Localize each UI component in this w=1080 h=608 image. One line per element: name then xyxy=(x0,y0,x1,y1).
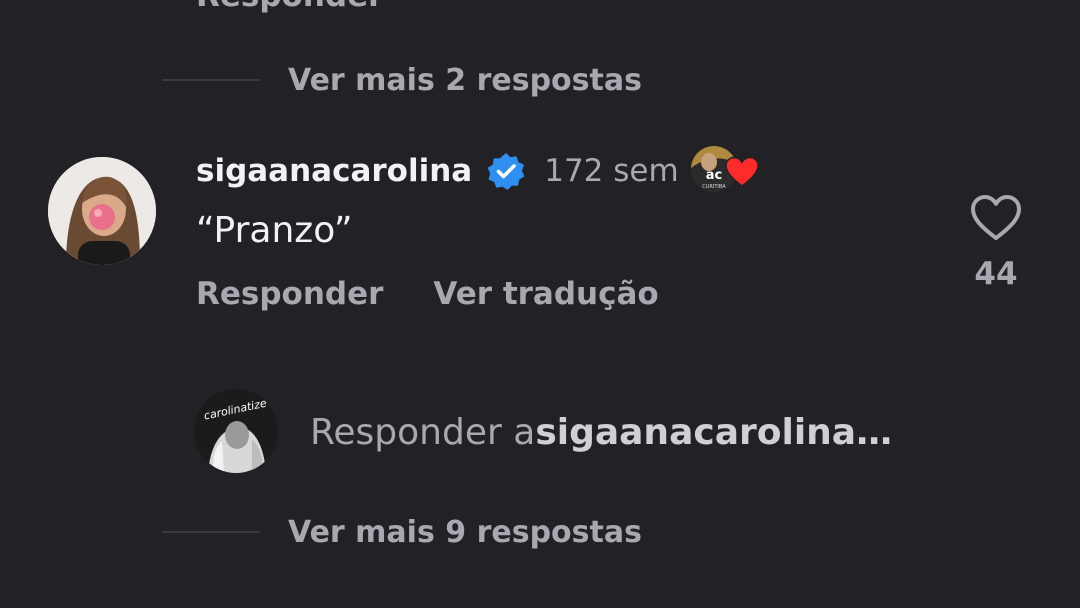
like-button[interactable] xyxy=(968,192,1024,244)
view-more-replies-bottom[interactable]: Ver mais 9 respostas xyxy=(162,512,642,552)
view-more-replies-label: Ver mais 2 respostas xyxy=(288,62,642,98)
creator-badge-subtitle: CURITIBA xyxy=(702,184,726,190)
reply-button[interactable]: Responder xyxy=(196,276,383,312)
comment-username[interactable]: sigaanacarolina xyxy=(196,153,472,189)
comment-text: “Pranzo” xyxy=(196,210,353,251)
heart-outline-icon xyxy=(971,195,1021,240)
avatar-image xyxy=(48,157,156,265)
current-user-avatar: carolinatize xyxy=(194,389,278,473)
creator-badge-initials: ac xyxy=(705,168,721,183)
thread-divider xyxy=(162,79,260,81)
see-translation-button[interactable]: Ver tradução xyxy=(433,276,658,312)
reply-input-placeholder: Responder a xyxy=(310,411,536,453)
creator-liked-badge: ac CURITIBA xyxy=(690,146,761,196)
comment-actions: Responder Ver tradução xyxy=(196,272,659,316)
heart-filled-icon xyxy=(724,156,759,187)
verified-badge-icon xyxy=(486,151,526,191)
thread-divider xyxy=(162,531,260,533)
like-count: 44 xyxy=(974,256,1018,292)
previous-comment-reply-button[interactable]: Responder xyxy=(196,0,383,14)
comment-timestamp: 172 sem xyxy=(544,153,679,189)
reply-input[interactable]: Responder a sigaanacarolina… xyxy=(310,406,930,458)
comment-header: sigaanacarolina 172 sem ac CURITIBA xyxy=(196,146,761,196)
view-more-replies-top[interactable]: Ver mais 2 respostas xyxy=(162,60,642,100)
reply-input-target-username: sigaanacarolina… xyxy=(535,411,893,453)
view-more-replies-label: Ver mais 9 respostas xyxy=(288,514,642,550)
comment-author-avatar[interactable] xyxy=(48,157,156,265)
